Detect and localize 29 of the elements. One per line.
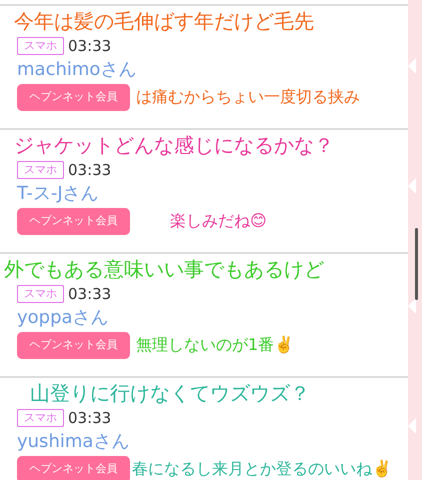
pointer-notch-icon [408, 418, 416, 434]
post-time: 03:33 [68, 160, 112, 181]
handwritten-text: 今年は髪の毛伸ばす年だけど毛先 [14, 8, 314, 34]
handwritten-text: 楽しみだね😊 [170, 210, 267, 232]
post-time: 03:33 [68, 284, 112, 305]
member-button[interactable]: ヘブンネット会員 [17, 208, 130, 235]
member-button[interactable]: ヘブンネット会員 [17, 456, 130, 480]
device-tag: スマホ [17, 37, 64, 55]
device-tag: スマホ [17, 285, 64, 303]
user-name[interactable]: yoppaさん [17, 305, 109, 331]
scrollbar[interactable] [415, 228, 418, 300]
post-time: 03:33 [68, 36, 112, 57]
pointer-notch-icon [408, 298, 416, 314]
user-name[interactable]: yushimaさん [17, 429, 130, 455]
handwritten-text: ジャケットどんな感じになるかな？ [14, 132, 334, 158]
handwritten-text: 無理しないのが1番✌ [136, 334, 294, 356]
device-tag: スマホ [17, 161, 64, 179]
post-time: 03:33 [68, 408, 112, 429]
user-name[interactable]: machimoさん [17, 57, 136, 83]
member-button[interactable]: ヘブンネット会員 [17, 332, 130, 359]
handwritten-text: は痛むからちょい一度切る挟み [136, 86, 360, 108]
member-button[interactable]: ヘブンネット会員 [17, 84, 130, 111]
device-tag: スマホ [17, 409, 64, 427]
pointer-notch-icon [408, 178, 416, 194]
pointer-notch-icon [408, 58, 416, 74]
handwritten-text: 春になるし来月とか登るのいいね✌ [132, 458, 392, 480]
handwritten-text: 外でもある意味いい事でもあるけど [4, 256, 324, 282]
handwritten-text: 山登りに行けなくてウズウズ？ [30, 380, 310, 406]
user-name[interactable]: T-ス-Jさん [17, 181, 99, 207]
